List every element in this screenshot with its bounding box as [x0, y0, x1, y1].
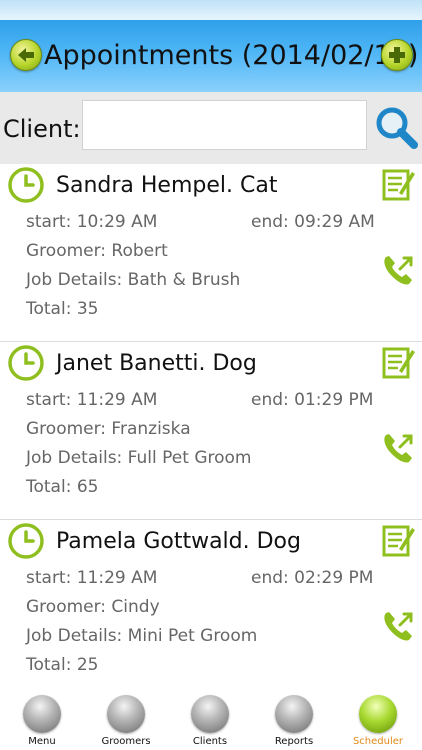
tab-scheduler[interactable]: Scheduler — [336, 692, 420, 750]
appointment-total: Total: 25 — [26, 655, 99, 675]
appointment-groomer: Groomer: Robert — [26, 241, 168, 261]
appointment-groomer: Groomer: Cindy — [26, 597, 160, 617]
tab-label: Scheduler — [352, 736, 404, 747]
tab-groomers[interactable]: Groomers — [84, 692, 168, 750]
appointment-end: end: 01:29 PM — [251, 390, 374, 410]
tab-label: Menu — [28, 736, 56, 747]
call-icon[interactable] — [380, 431, 416, 467]
menu-ball-icon — [23, 695, 61, 733]
appointment-total: Total: 65 — [26, 477, 99, 497]
tab-reports[interactable]: Reports — [252, 692, 336, 750]
appointment-client-name: Janet Banetti. Dog — [56, 351, 257, 376]
search-button[interactable] — [373, 105, 419, 151]
appointment-start: start: 11:29 AM — [26, 568, 158, 588]
app-header: Appointments (2014/02/12) — [0, 20, 422, 92]
appointment-item[interactable]: Janet Banetti. Dog start: 11:29 AM end: … — [0, 342, 422, 520]
plus-icon — [389, 47, 405, 63]
tab-label: Reports — [274, 736, 314, 747]
scheduler-ball-icon — [359, 695, 397, 733]
appointment-job-details: Job Details: Mini Pet Groom — [26, 626, 258, 646]
client-search-input[interactable] — [82, 100, 367, 150]
tab-menu[interactable]: Menu — [0, 692, 84, 750]
client-label: Client: — [3, 115, 81, 143]
clients-ball-icon — [191, 695, 229, 733]
appointment-end: end: 09:29 AM — [251, 212, 375, 232]
previous-day-button[interactable] — [10, 39, 42, 71]
edit-icon[interactable] — [380, 166, 416, 202]
tab-clients[interactable]: Clients — [168, 692, 252, 750]
clock-icon — [8, 345, 44, 381]
bottom-tab-bar: Menu Groomers Clients Reports Scheduler — [0, 690, 422, 750]
left-arrow-icon — [18, 48, 34, 62]
appointment-client-name: Sandra Hempel. Cat — [56, 173, 278, 198]
appointment-groomer: Groomer: Franziska — [26, 419, 191, 439]
page-title: Appointments (2014/02/12) — [44, 40, 419, 71]
call-icon[interactable] — [380, 253, 416, 289]
add-appointment-button[interactable] — [381, 39, 413, 71]
edit-icon[interactable] — [380, 344, 416, 380]
appointment-item[interactable]: Pamela Gottwald. Dog start: 11:29 AM end… — [0, 520, 422, 698]
appointment-total: Total: 35 — [26, 299, 99, 319]
edit-icon[interactable] — [380, 522, 416, 558]
status-bar-strip — [0, 0, 422, 20]
appointment-start: start: 10:29 AM — [26, 212, 158, 232]
appointment-end: end: 02:29 PM — [251, 568, 374, 588]
clock-icon — [8, 167, 44, 203]
reports-ball-icon — [275, 695, 313, 733]
appointment-client-name: Pamela Gottwald. Dog — [56, 529, 301, 554]
clock-icon — [8, 523, 44, 559]
client-search-bar: Client: — [0, 92, 422, 164]
tab-label: Clients — [192, 736, 228, 747]
appointment-start: start: 11:29 AM — [26, 390, 158, 410]
appointment-job-details: Job Details: Full Pet Groom — [26, 448, 252, 468]
appointment-item[interactable]: Sandra Hempel. Cat start: 10:29 AM end: … — [0, 164, 422, 342]
appointment-list: Sandra Hempel. Cat start: 10:29 AM end: … — [0, 164, 422, 698]
search-icon — [376, 107, 418, 149]
appointment-job-details: Job Details: Bath & Brush — [26, 270, 241, 290]
call-icon[interactable] — [380, 609, 416, 645]
groomers-ball-icon — [107, 695, 145, 733]
tab-label: Groomers — [101, 736, 151, 747]
